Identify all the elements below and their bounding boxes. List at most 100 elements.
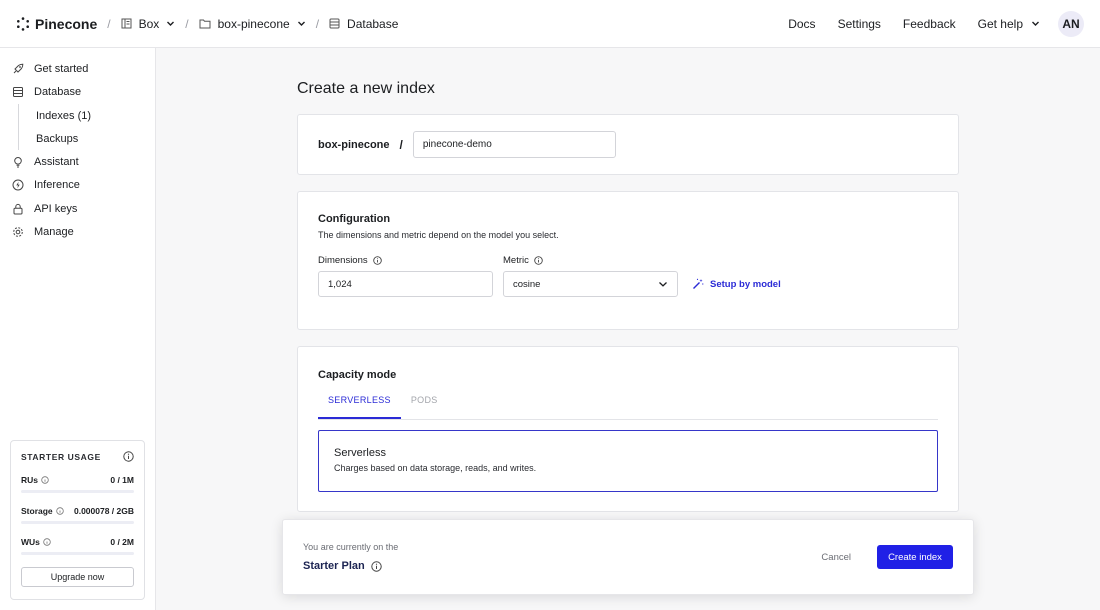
top-nav: Docs Settings Feedback Get help AN	[766, 10, 1084, 37]
cancel-button[interactable]: Cancel	[813, 552, 859, 563]
pinecone-logo[interactable]: Pinecone	[16, 16, 97, 32]
usage-value: 0 / 1M	[110, 475, 134, 485]
usage-label: RUs	[21, 475, 39, 485]
footer-actions: Cancel Create index	[813, 545, 953, 569]
feedback-link[interactable]: Feedback	[903, 17, 956, 31]
usage-value: 0 / 2M	[110, 537, 134, 547]
tab-pods[interactable]: PODS	[401, 395, 448, 419]
chevron-down-icon	[167, 21, 175, 26]
breadcrumb-database-label: Database	[347, 16, 399, 31]
lightbulb-icon	[14, 156, 22, 168]
serverless-option-description: Charges based on data storage, reads, an…	[334, 463, 537, 473]
sidebar-item-assistant[interactable]: Assistant	[0, 150, 155, 174]
breadcrumb-org-label: Box	[138, 16, 160, 31]
upgrade-now-button[interactable]: Upgrade now	[21, 567, 134, 587]
sidebar-item-backups[interactable]: Backups	[36, 127, 155, 150]
breadcrumb-database[interactable]: Database	[329, 17, 398, 31]
get-help-menu[interactable]: Get help	[978, 17, 1040, 31]
create-index-button[interactable]: Create index	[877, 545, 953, 569]
sidebar-item-label: Get started	[34, 62, 89, 75]
breadcrumb-separator: /	[315, 16, 320, 31]
plan-name: Starter Plan	[303, 560, 365, 572]
info-icon[interactable]	[55, 507, 64, 515]
info-icon[interactable]	[371, 560, 382, 572]
configuration-subtitle: The dimensions and metric depend on the …	[318, 230, 559, 240]
lock-icon	[13, 203, 23, 215]
sidebar-item-label: API keys	[34, 202, 78, 215]
name-separator: /	[399, 137, 403, 152]
sidebar-item-inference[interactable]: Inference	[0, 174, 155, 198]
top-bar: Pinecone / Box / box-pinecone / Database…	[0, 0, 1100, 48]
usage-row-storage: Storage 0.000078 / 2GB	[21, 506, 134, 524]
metric-field: Metric cosine	[503, 255, 678, 297]
usage-label: Storage	[21, 506, 53, 516]
serverless-option[interactable]: Serverless Charges based on data storage…	[318, 430, 938, 492]
capacity-mode-card: Capacity mode SERVERLESS PODS Serverless…	[297, 346, 959, 512]
rocket-icon	[13, 63, 24, 74]
sidebar-item-get-started[interactable]: Get started	[0, 57, 155, 81]
sidebar-item-api-keys[interactable]: API keys	[0, 197, 155, 221]
usage-bar	[21, 490, 134, 493]
setup-by-model-link[interactable]: Setup by model	[692, 271, 781, 297]
starter-usage-panel: STARTER USAGE RUs 0 / 1M Storage 0.00007…	[10, 440, 145, 600]
info-icon[interactable]	[372, 256, 382, 265]
breadcrumb-project[interactable]: box-pinecone	[199, 17, 306, 31]
info-icon[interactable]	[43, 538, 51, 546]
index-name-card: box-pinecone /	[297, 114, 959, 175]
avatar[interactable]: AN	[1058, 10, 1084, 37]
gear-icon	[13, 227, 23, 238]
usage-title: STARTER USAGE	[21, 451, 101, 462]
docs-link[interactable]: Docs	[788, 17, 815, 31]
capacity-title: Capacity mode	[318, 369, 397, 381]
project-name: box-pinecone	[318, 138, 390, 151]
setup-by-model-label: Setup by model	[710, 278, 781, 290]
breadcrumb-project-label: box-pinecone	[217, 16, 290, 31]
usage-value: 0.000078 / 2GB	[73, 506, 134, 516]
breadcrumb-org[interactable]: Box	[121, 17, 176, 31]
dimensions-field: Dimensions	[318, 255, 493, 297]
usage-bar	[21, 521, 134, 524]
usage-bar	[21, 552, 134, 555]
info-icon[interactable]	[123, 451, 134, 462]
sidebar-item-manage[interactable]: Manage	[0, 221, 155, 245]
dimensions-input[interactable]	[318, 271, 493, 297]
dimensions-label: Dimensions	[318, 255, 368, 266]
usage-header: STARTER USAGE	[21, 451, 134, 462]
usage-row-rus: RUs 0 / 1M	[21, 475, 134, 493]
page-title: Create a new index	[297, 80, 435, 97]
metric-selected-value: cosine	[513, 278, 541, 290]
sidebar-item-label: Manage	[34, 226, 74, 239]
plan-name-row: Starter Plan	[303, 560, 398, 572]
magic-wand-icon	[693, 278, 704, 289]
breadcrumb-separator: /	[107, 16, 111, 31]
database-icon	[13, 87, 23, 98]
info-icon[interactable]	[41, 476, 49, 484]
building-icon	[121, 18, 132, 29]
database-subnav: Indexes (1) Backups	[18, 104, 155, 150]
metric-select[interactable]: cosine	[503, 271, 678, 297]
info-icon[interactable]	[534, 256, 543, 265]
brand-name: Pinecone	[35, 15, 98, 32]
configuration-card: Configuration The dimensions and metric …	[297, 191, 959, 330]
get-help-label: Get help	[977, 16, 1023, 31]
sidebar-item-label: Inference	[34, 179, 80, 192]
folder-icon	[199, 19, 211, 29]
sidebar: Get started Database Indexes (1) Backups…	[0, 48, 156, 610]
chevron-down-icon	[659, 282, 667, 287]
index-name-input[interactable]	[412, 131, 616, 158]
breadcrumb-separator: /	[185, 16, 189, 31]
database-icon	[329, 18, 340, 29]
chevron-down-icon	[1032, 21, 1039, 26]
sidebar-item-label: Database	[34, 86, 82, 99]
metric-label: Metric	[503, 255, 529, 266]
usage-label: WUs	[21, 537, 40, 547]
configuration-title: Configuration	[318, 213, 391, 225]
sidebar-item-database[interactable]: Database	[0, 81, 155, 105]
serverless-option-title: Serverless	[334, 447, 386, 459]
plan-info: You are currently on the Starter Plan	[303, 542, 398, 572]
chevron-down-icon	[297, 21, 305, 26]
settings-link[interactable]: Settings	[838, 17, 881, 31]
sidebar-item-indexes[interactable]: Indexes (1)	[36, 104, 155, 127]
usage-row-wus: WUs 0 / 2M	[21, 537, 134, 555]
tab-serverless[interactable]: SERVERLESS	[318, 395, 401, 419]
